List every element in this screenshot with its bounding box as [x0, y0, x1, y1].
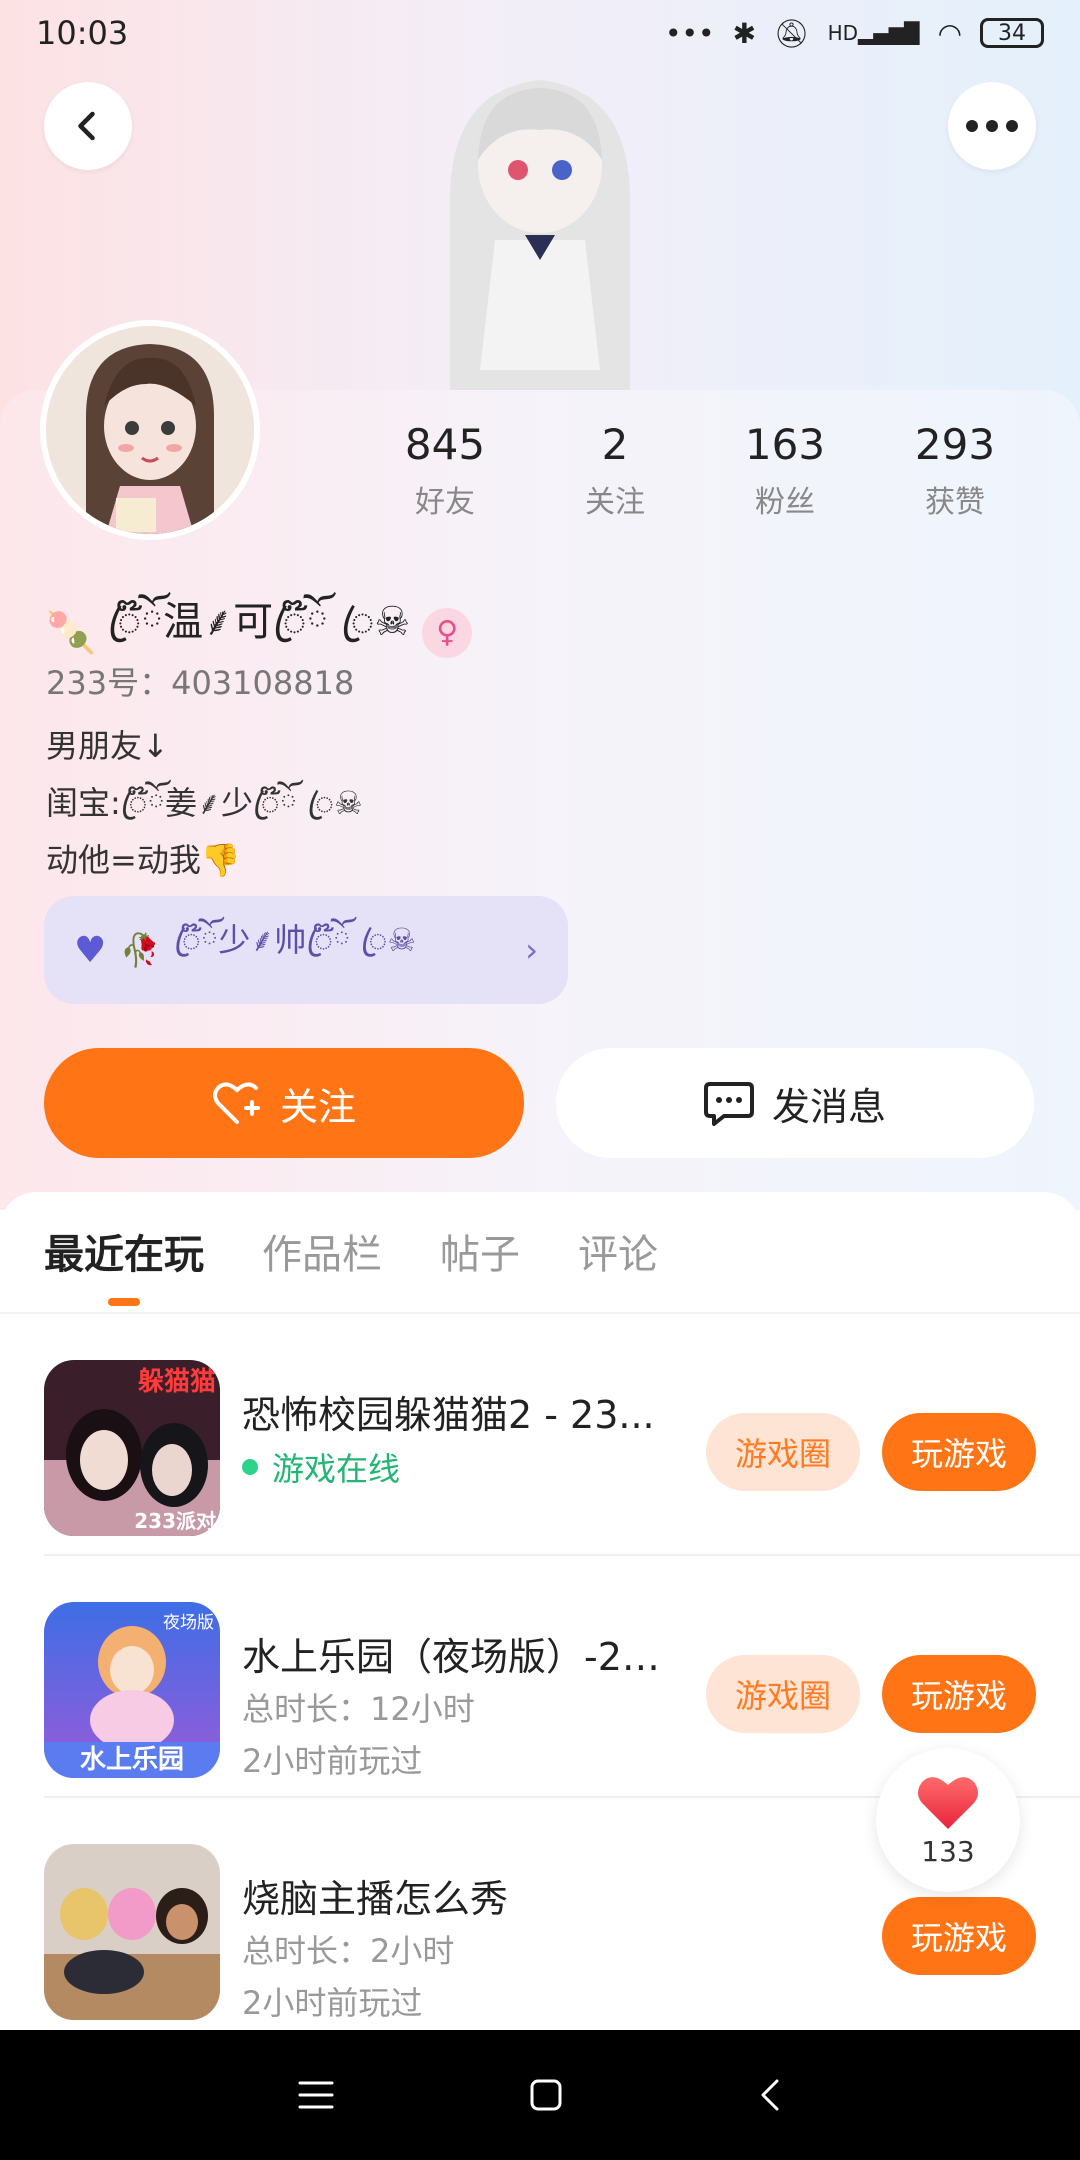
- game-icon[interactable]: 躲猫猫 233派对: [44, 1360, 220, 1536]
- tab-works[interactable]: 作品栏: [262, 1222, 382, 1306]
- bio-line: 动他=动我👎: [46, 841, 241, 879]
- follow-label: 关注: [279, 1084, 356, 1129]
- game-icon[interactable]: [44, 1844, 220, 2020]
- candy-icon: 🍡: [46, 610, 96, 656]
- bluetooth-icon: ✱: [732, 16, 757, 50]
- game-icon-art: 水上乐园 夜场版: [44, 1602, 220, 1778]
- couple-name: ꦿ໊ོ少⸙帅ꦿ໊ོ ꦿ☠: [174, 921, 417, 959]
- battery-icon: 34: [980, 18, 1044, 48]
- dots-icon: •••: [665, 16, 715, 50]
- bio: 男朋友↓ 闺宝:ꦿ໊ོ姜⸙少ꦿ໊ོ ꦿ☠ 动他=动我👎: [46, 718, 363, 889]
- tab-recently-played[interactable]: 最近在玩: [44, 1222, 204, 1306]
- user-id: 233号：403108818: [46, 664, 355, 702]
- tab-comments[interactable]: 评论: [578, 1222, 658, 1306]
- online-dot-icon: [242, 1459, 258, 1475]
- stat-fans[interactable]: 163 粉丝: [700, 420, 870, 540]
- like-count: 133: [921, 1834, 975, 1868]
- game-online-status: 游戏在线: [242, 1444, 400, 1490]
- signal-icon: HD▂▄▆█: [827, 21, 920, 45]
- play-game-button[interactable]: 玩游戏: [882, 1655, 1036, 1733]
- game-icon-badge: 233派对: [134, 1509, 216, 1533]
- avatar[interactable]: [40, 320, 260, 540]
- game-title: 烧脑主播怎么秀: [242, 1877, 509, 1921]
- game-circle-button[interactable]: 游戏圈: [706, 1413, 860, 1491]
- stat-likes[interactable]: 293 获赞: [870, 420, 1040, 540]
- avatar-image: [46, 326, 254, 534]
- game-icon-art: [44, 1844, 220, 2020]
- more-dots-icon: [966, 120, 1018, 132]
- couple-relation-pill[interactable]: ♥ 🥀 ꦿ໊ོ少⸙帅ꦿ໊ོ ꦿ☠ ›: [44, 896, 568, 1004]
- cover-character-image: [450, 80, 630, 390]
- stat-following[interactable]: 2 关注: [530, 420, 700, 540]
- play-game-button[interactable]: 玩游戏: [882, 1897, 1036, 1975]
- stat-value: 845: [404, 420, 486, 469]
- stat-friends[interactable]: 845 好友: [360, 420, 530, 540]
- game-circle-button[interactable]: 游戏圈: [706, 1655, 860, 1733]
- home-icon[interactable]: [529, 2078, 563, 2112]
- send-message-button[interactable]: 发消息: [556, 1048, 1034, 1158]
- game-row[interactable]: 躲猫猫 233派对 恐怖校园躲猫猫2 - 23... 游戏在线 游戏圈 玩游戏: [44, 1314, 1080, 1556]
- game-last-played: 2小时前玩过: [242, 1742, 423, 1780]
- chat-bubble-icon: [703, 1082, 754, 1126]
- heart-icon: [918, 1776, 978, 1829]
- chevron-left-icon: [78, 111, 95, 141]
- bio-line: 男朋友↓: [46, 727, 169, 765]
- game-title: 水上乐园（夜场版）-23...: [242, 1635, 682, 1679]
- status-time: 10:03: [36, 14, 129, 52]
- stat-label: 关注: [585, 485, 645, 520]
- couple-heart-icon: ♥: [74, 929, 107, 971]
- stat-value: 293: [914, 420, 996, 469]
- tab-bar: 最近在玩 作品栏 帖子 评论: [44, 1222, 658, 1306]
- chevron-right-icon: ›: [525, 931, 538, 969]
- mute-bell-icon: 🔕︎: [774, 16, 810, 50]
- game-icon-art: 躲猫猫 233派对: [44, 1360, 220, 1536]
- play-game-button[interactable]: 玩游戏: [882, 1413, 1036, 1491]
- game-duration: 总时长：2小时: [242, 1932, 455, 1970]
- content-panel: 最近在玩 作品栏 帖子 评论 躲猫猫 233派对 恐怖校园躲猫猫2 - 23..…: [0, 1192, 1080, 2030]
- stat-label: 粉丝: [755, 485, 815, 520]
- message-label: 发消息: [771, 1084, 886, 1129]
- stat-label: 好友: [415, 485, 475, 520]
- back-nav-icon[interactable]: [758, 2078, 782, 2112]
- status-bar: 10:03 ••• ✱ 🔕︎ HD▂▄▆█ ◠ 34: [0, 0, 1080, 66]
- game-icon[interactable]: 水上乐园 夜场版: [44, 1602, 220, 1778]
- back-button[interactable]: [44, 82, 132, 170]
- rose-icon: 🥀: [120, 931, 161, 969]
- heart-plus-icon: [212, 1082, 260, 1124]
- follow-button[interactable]: 关注: [44, 1048, 524, 1158]
- more-button[interactable]: [948, 82, 1036, 170]
- stat-label: 获赞: [925, 485, 985, 520]
- tab-posts[interactable]: 帖子: [440, 1222, 520, 1306]
- wifi-icon: ◠: [937, 16, 962, 50]
- game-duration: 总时长：12小时: [242, 1690, 475, 1728]
- status-icons: ••• ✱ 🔕︎ HD▂▄▆█ ◠ 34: [665, 17, 1044, 50]
- menu-icon[interactable]: [298, 2080, 334, 2110]
- stat-value: 163: [744, 420, 826, 469]
- profile-stats: 845 好友 2 关注 163 粉丝 293 获赞: [360, 420, 1040, 540]
- game-icon-text: 躲猫猫: [138, 1367, 216, 1397]
- online-status-text: 游戏在线: [272, 1450, 401, 1488]
- bio-line: 闺宝:ꦿ໊ོ姜⸙少ꦿ໊ོ ꦿ☠: [46, 784, 363, 822]
- stat-value: 2: [601, 420, 629, 469]
- game-title: 恐怖校园躲猫猫2 - 23...: [242, 1393, 655, 1437]
- game-icon-badge: 夜场版: [163, 1613, 214, 1633]
- game-icon-text: 水上乐园: [80, 1745, 184, 1775]
- like-float-button[interactable]: 133: [876, 1748, 1020, 1892]
- female-gender-icon: ♀: [422, 607, 473, 658]
- game-last-played: 2小时前玩过: [242, 1984, 423, 2022]
- system-navigation-bar: [0, 2030, 1080, 2160]
